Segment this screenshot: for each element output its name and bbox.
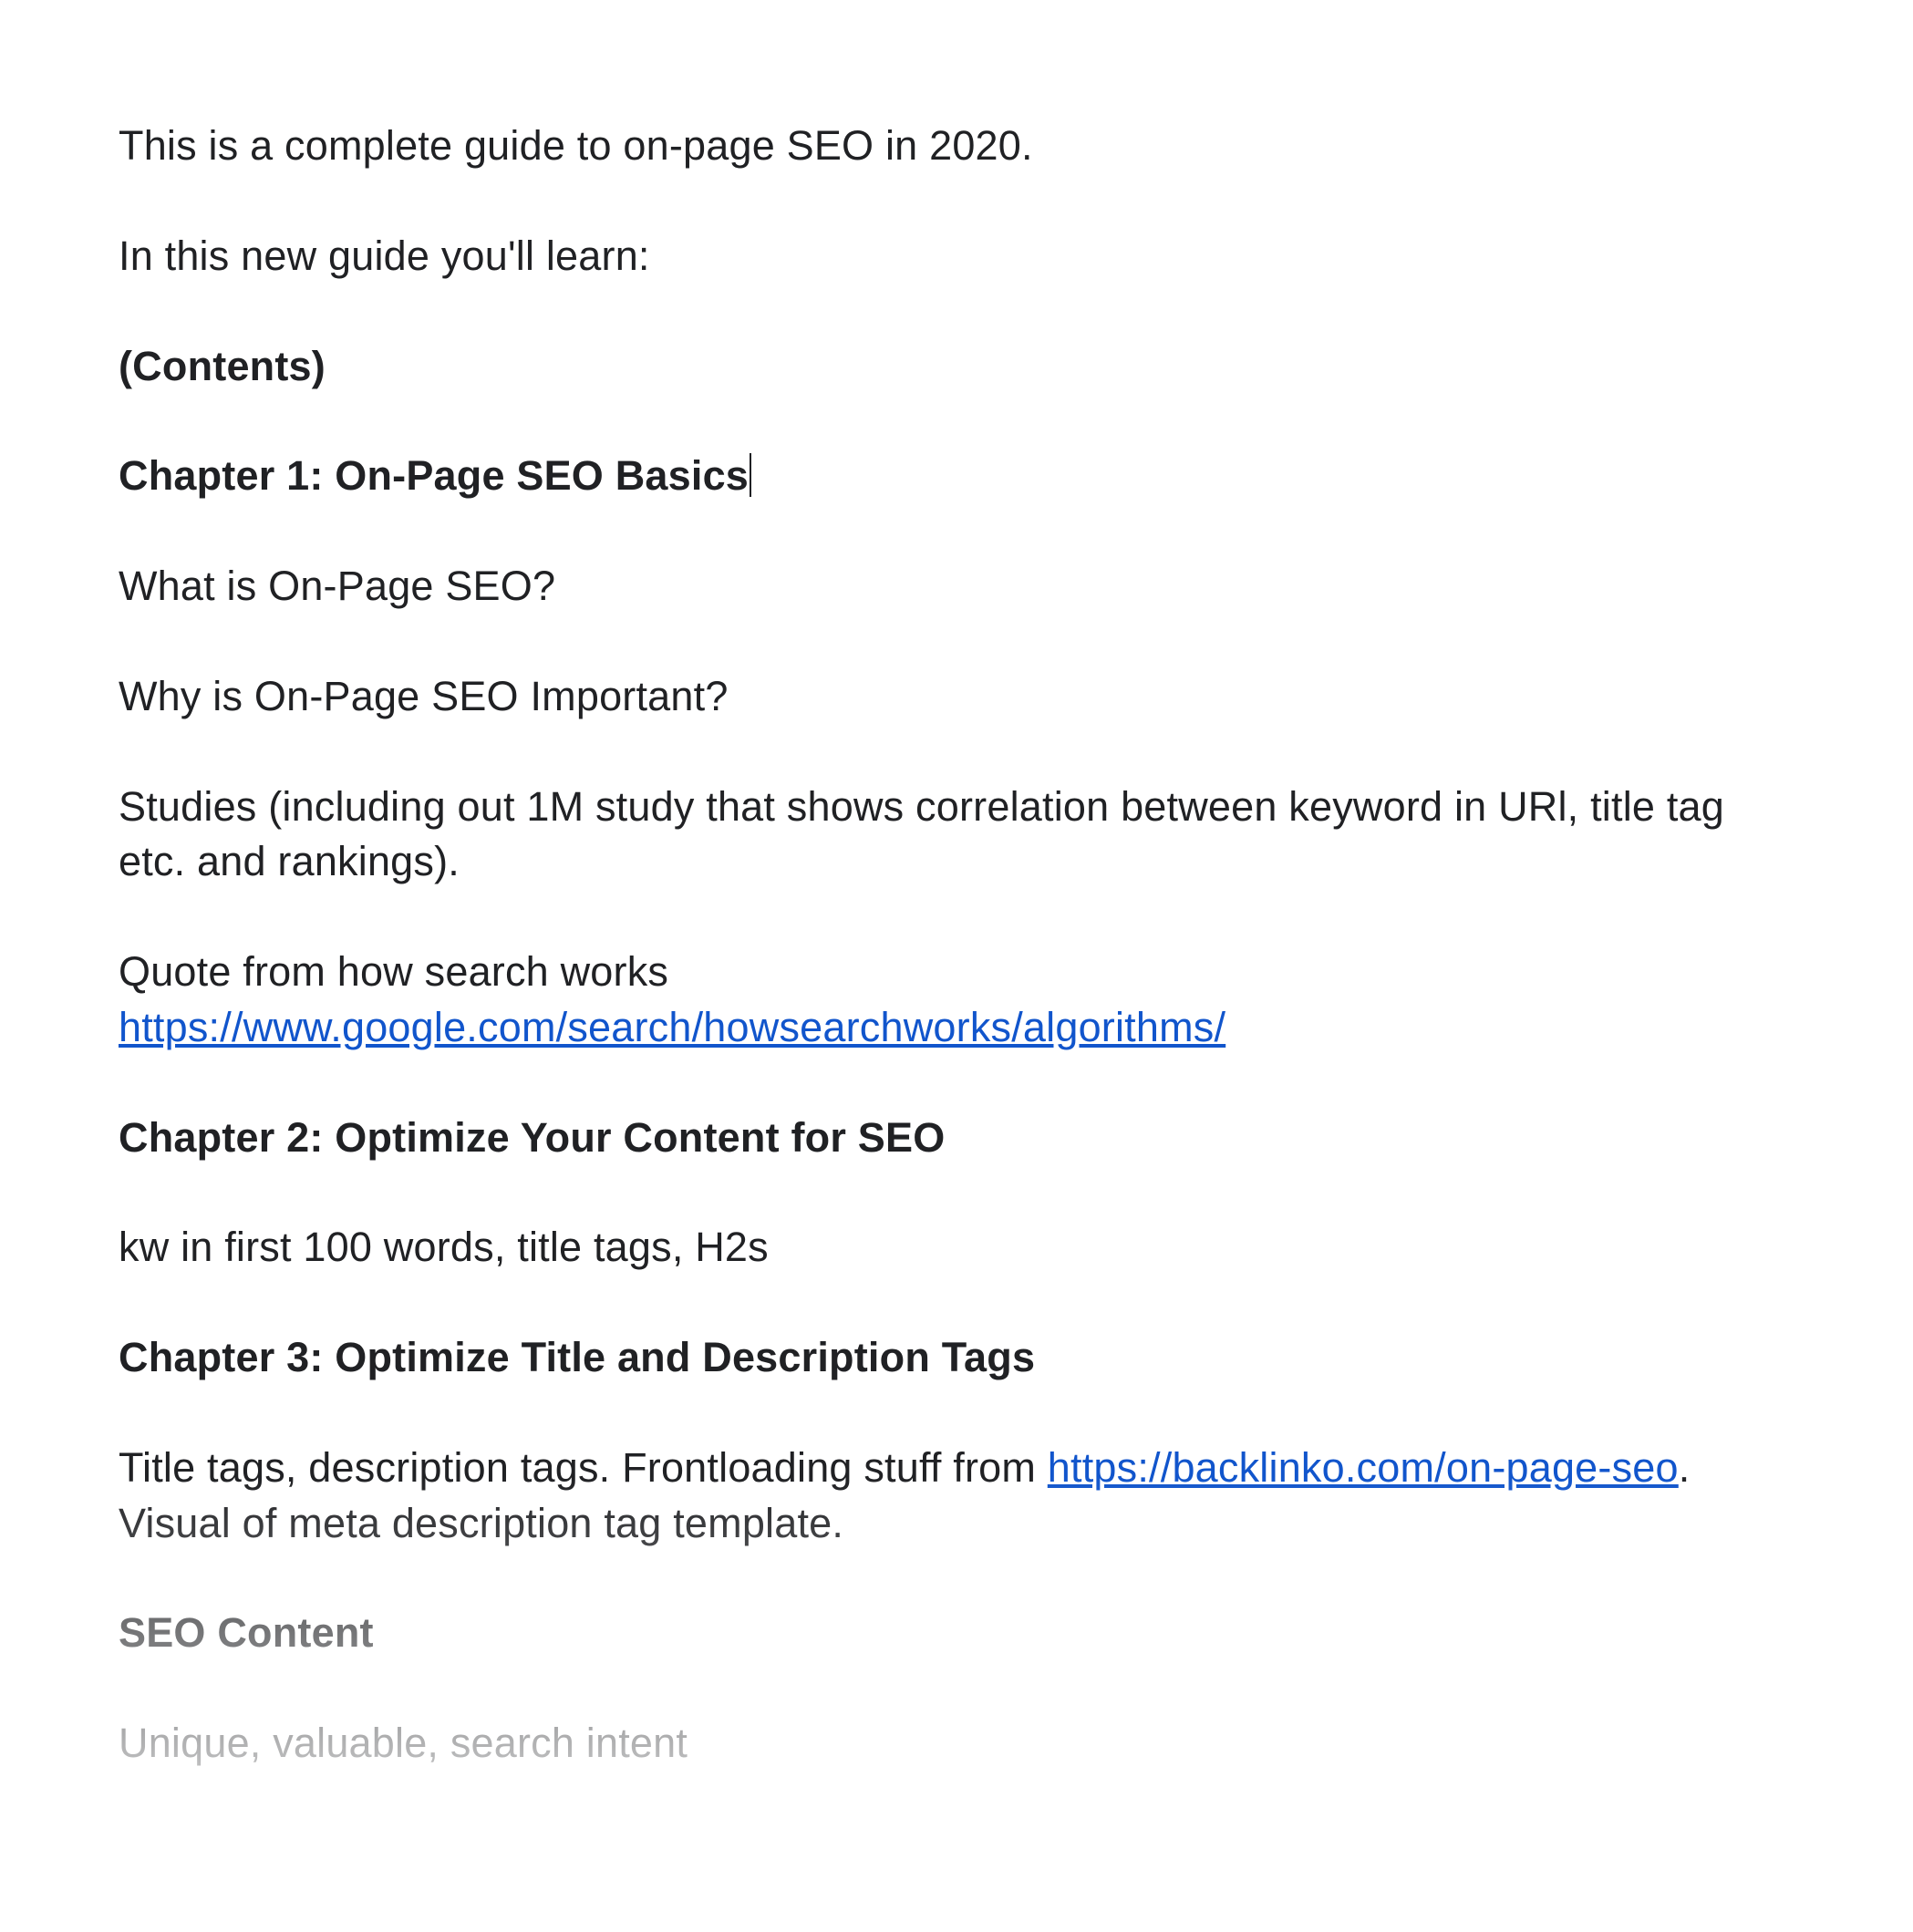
intro-paragraph-1: This is a complete guide to on-page SEO … xyxy=(119,119,1794,174)
chapter-1-title[interactable]: Chapter 1: On-Page SEO Basics xyxy=(119,449,1794,504)
chapter-2-body: kw in first 100 words, title tags, H2s xyxy=(119,1220,1794,1276)
chapter-1-question-1: What is On-Page SEO? xyxy=(119,559,1794,615)
google-algorithms-link[interactable]: https://www.google.com/search/howsearchw… xyxy=(119,1004,1225,1050)
intro-paragraph-2: In this new guide you'll learn: xyxy=(119,229,1794,284)
quote-lead-text: Quote from how search works xyxy=(119,948,668,995)
chapter-3-title: Chapter 3: Optimize Title and Descriptio… xyxy=(119,1330,1794,1386)
seo-content-heading: SEO Content xyxy=(119,1606,1794,1661)
chapter-1-question-2: Why is On-Page SEO Important? xyxy=(119,669,1794,725)
backlinko-link[interactable]: https://backlinko.com/on-page-seo xyxy=(1048,1444,1679,1491)
chapter-2-title: Chapter 2: Optimize Your Content for SEO xyxy=(119,1111,1794,1166)
chapter-3-body-pre: Title tags, description tags. Frontloadi… xyxy=(119,1444,1048,1491)
contents-label: (Contents) xyxy=(119,339,1794,395)
chapter-1-studies: Studies (including out 1M study that sho… xyxy=(119,780,1794,891)
seo-content-body: Unique, valuable, search intent xyxy=(119,1716,1794,1772)
chapter-3-body: Title tags, description tags. Frontloadi… xyxy=(119,1441,1794,1552)
chapter-1-quote: Quote from how search works https://www.… xyxy=(119,945,1794,1056)
